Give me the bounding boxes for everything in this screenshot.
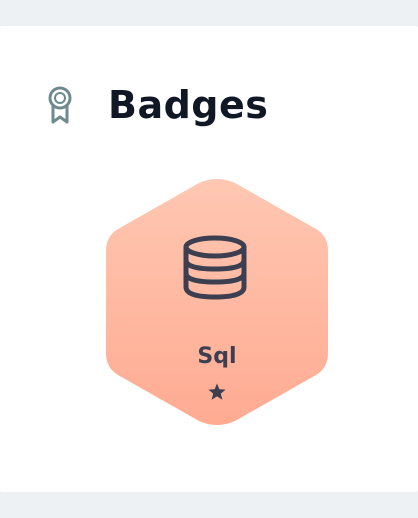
badges-card: Badges Sql: [0, 26, 418, 492]
database-icon: [182, 235, 248, 301]
badges-header: Badges: [44, 80, 268, 130]
badge-sql[interactable]: Sql: [104, 179, 330, 425]
badge-label: Sql: [197, 344, 237, 369]
award-ribbon-icon: [44, 84, 76, 126]
star-icon: [207, 382, 227, 402]
page-title: Badges: [108, 83, 269, 127]
